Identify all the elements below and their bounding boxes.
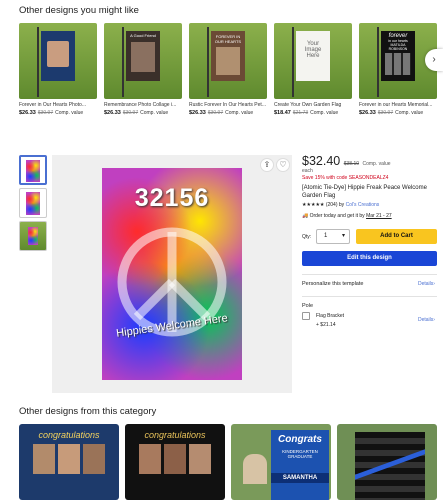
details-link[interactable]: Details› <box>418 281 435 287</box>
delivery-info: 🚚 Order today and get it by Mar 21 - 27 <box>302 213 392 219</box>
product-title[interactable]: Forever in Our Hearts Photo... <box>19 102 99 108</box>
details-link[interactable]: Details› <box>418 317 435 323</box>
add-to-cart-button[interactable]: Add to Cart <box>356 229 437 244</box>
product-card[interactable]: A Good Friend Remembrance Photo Collage … <box>104 23 184 116</box>
product-thumbnail[interactable]: Your Image Here <box>274 23 352 99</box>
product-title[interactable]: Forever in our Hearts Memorial... <box>359 102 439 108</box>
recommendations-carousel: Forever in Our Hearts Photo... $26.33 $30… <box>19 23 443 123</box>
pole-option-label: Flag Bracket <box>316 313 345 319</box>
flag-number: 32156 <box>134 184 210 212</box>
edit-design-button[interactable]: Edit this design <box>302 251 437 266</box>
product-card[interactable]: Forever in Our Hearts Photo... $26.33 $30… <box>19 23 99 116</box>
pole-heading: Pole <box>302 303 314 309</box>
product-title[interactable]: Remembrance Photo Collage i... <box>104 102 184 108</box>
truck-icon: 🚚 <box>302 213 309 219</box>
product-price: $32.40 $38.10 Comp. value <box>302 154 391 168</box>
category-product-card[interactable]: Congrats KINDERGARTEN GRADUATE SAMANTHA <box>231 424 331 500</box>
view-thumbnail-back[interactable] <box>19 188 47 218</box>
category-product-card[interactable]: congratulations <box>125 424 225 500</box>
share-icon[interactable]: ⇪ <box>260 158 274 172</box>
category-product-card[interactable] <box>337 424 437 500</box>
sale-text: Save 15% with code SEASONDEALZ4 <box>302 175 389 181</box>
product-thumbnail[interactable]: A Good Friend <box>104 23 182 99</box>
section-title-other-designs: Other designs you might like <box>19 5 139 16</box>
price-unit: each <box>302 168 313 174</box>
product-card[interactable]: FOREVER IN OUR HEARTS Rustic Forever In … <box>189 23 269 116</box>
heart-icon[interactable]: ♡ <box>276 158 290 172</box>
chevron-right-icon[interactable]: › <box>425 49 443 71</box>
product-title: [Atomic Tie-Dye] Hippie Freak Peace Welc… <box>302 185 427 199</box>
product-title[interactable]: Rustic Forever In Our Hearts Pet... <box>189 102 269 108</box>
quantity-select[interactable]: 1 ▾ <box>316 229 350 244</box>
category-product-card[interactable]: congratulations <box>19 424 119 500</box>
flag-bracket-checkbox[interactable] <box>302 312 310 320</box>
product-main-image[interactable]: 32156 Hippies Welcome Here <box>52 155 292 393</box>
chevron-down-icon: ▾ <box>341 233 345 239</box>
product-thumbnail[interactable] <box>19 23 97 99</box>
product-title[interactable]: Create Your Own Garden Flag <box>274 102 354 108</box>
pole-option-price: + $21.14 <box>316 322 336 328</box>
view-thumbnail-lifestyle[interactable] <box>19 221 47 251</box>
qty-label: Qty: <box>302 234 312 240</box>
section-title-category: Other designs from this category <box>19 406 157 417</box>
product-card[interactable]: forever in our hearts MATILDA ROBINSON F… <box>359 23 439 116</box>
seller-link[interactable]: Col's Creations <box>346 202 380 208</box>
product-card[interactable]: Your Image Here Create Your Own Garden F… <box>274 23 354 116</box>
garden-flag-preview: 32156 Hippies Welcome Here <box>102 168 242 380</box>
personalize-heading: Personalize this template <box>302 281 364 287</box>
product-thumbnail[interactable]: FOREVER IN OUR HEARTS <box>189 23 267 99</box>
view-thumbnail-front[interactable] <box>19 155 47 185</box>
rating[interactable]: ★★★★★ (204) by Col's Creations <box>302 202 379 208</box>
